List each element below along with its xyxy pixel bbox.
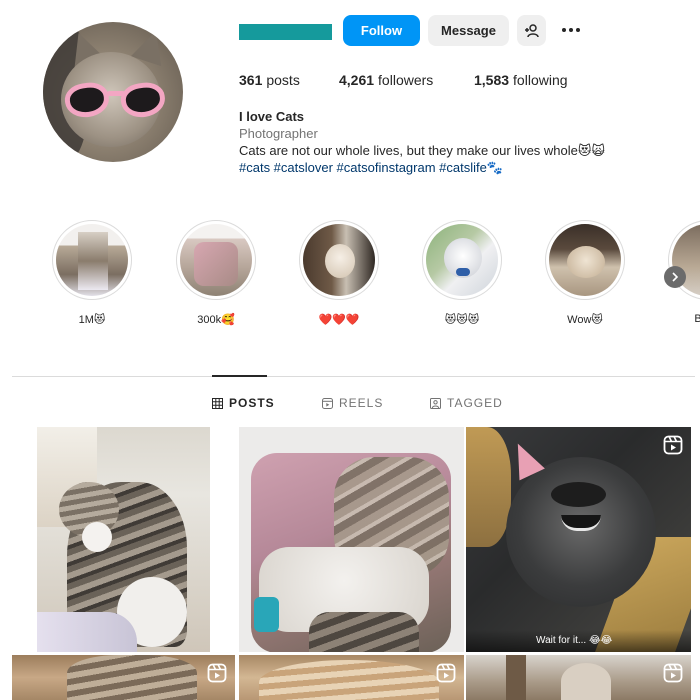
more-options-icon[interactable] [559, 20, 583, 40]
highlight-label: 😻😻😻 [444, 314, 480, 326]
reel-indicator-icon [207, 663, 227, 683]
highlight-label: Wow😻 [567, 314, 603, 326]
highlight-item[interactable]: 300k🥰 [176, 220, 256, 326]
highlights-next-button[interactable] [664, 266, 686, 288]
post-tile[interactable] [12, 655, 235, 700]
posts-label: posts [266, 72, 300, 88]
highlight-item[interactable]: 😻😻😻 [422, 220, 502, 326]
following-label: following [513, 72, 568, 88]
post-tile[interactable] [239, 427, 464, 652]
post-tile[interactable] [466, 655, 691, 700]
highlight-item[interactable]: 1M😻 [52, 220, 132, 326]
tab-label: REELS [339, 396, 384, 410]
profile-avatar[interactable] [43, 22, 183, 162]
add-user-icon [524, 23, 539, 37]
highlight-label: 1M😻 [78, 314, 106, 326]
chevron-right-icon [672, 272, 679, 282]
tab-tagged[interactable]: TAGGED [430, 396, 503, 410]
post-tile[interactable] [37, 427, 210, 652]
post-tile[interactable]: Wait for it... 😂😂 [466, 427, 691, 652]
tagged-icon [430, 397, 441, 409]
following-count: 1,583 [474, 72, 510, 88]
heart-glasses [62, 77, 175, 120]
profile-category: Photographer [239, 126, 318, 141]
suggest-users-button[interactable] [517, 15, 546, 46]
follow-button[interactable]: Follow [343, 15, 420, 46]
tabs-divider [12, 376, 695, 377]
reels-icon [322, 397, 333, 409]
highlight-item[interactable]: ❤️❤️❤️ [299, 220, 379, 326]
highlight-label: B [694, 313, 700, 325]
highlight-label: ❤️❤️❤️ [318, 314, 360, 326]
followers-label: followers [378, 72, 434, 88]
message-button[interactable]: Message [428, 15, 509, 46]
posts-stat: 361 posts [239, 72, 300, 88]
grid-icon [212, 397, 223, 409]
profile-name: I love Cats [239, 109, 305, 124]
tab-label: TAGGED [447, 396, 503, 410]
bio-hashtags[interactable]: #cats #catslover #catsofinstagram #catsl… [239, 159, 679, 176]
bio-text: Cats are not our whole lives, but they m… [239, 143, 605, 158]
post-tile[interactable] [239, 655, 464, 700]
profile-bio: I love Cats Photographer Cats are not ou… [239, 108, 679, 176]
followers-count: 4,261 [339, 72, 375, 88]
reel-indicator-icon [436, 663, 456, 683]
following-stat[interactable]: 1,583 following [474, 72, 568, 88]
highlight-label: 300k🥰 [197, 314, 235, 326]
followers-stat[interactable]: 4,261 followers [339, 72, 433, 88]
highlight-item[interactable]: Wow😻 [545, 220, 625, 326]
tab-label: POSTS [229, 396, 275, 410]
reel-indicator-icon [663, 435, 683, 455]
reel-indicator-icon [663, 663, 683, 683]
posts-count: 361 [239, 72, 263, 88]
active-tab-indicator [212, 375, 267, 377]
post-caption: Wait for it... 😂😂 [536, 635, 613, 646]
username-redacted [239, 24, 332, 40]
tab-reels[interactable]: REELS [322, 396, 383, 410]
tab-posts[interactable]: POSTS [212, 396, 275, 410]
